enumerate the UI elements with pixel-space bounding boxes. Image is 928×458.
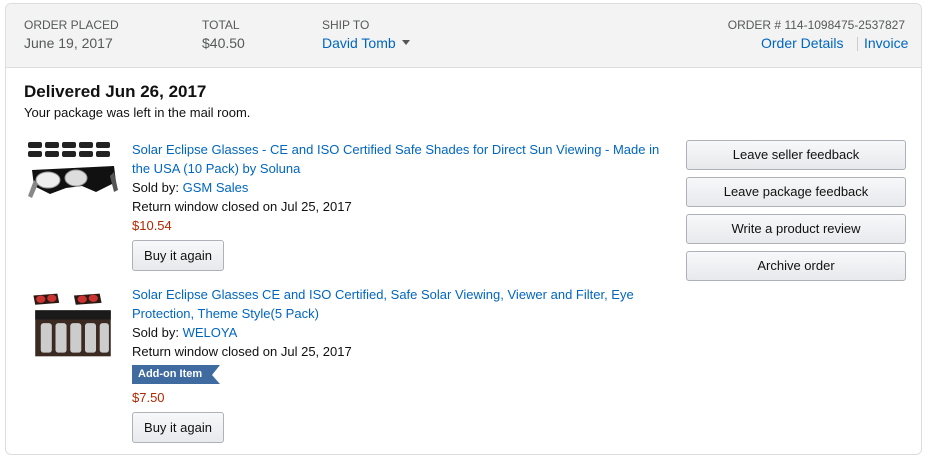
order-card: ORDER PLACED June 19, 2017 TOTAL $40.50 … — [5, 3, 922, 455]
leave-seller-feedback-button[interactable]: Leave seller feedback — [686, 140, 906, 170]
ship-to-label: SHIP TO — [322, 18, 370, 32]
archive-order-button[interactable]: Archive order — [686, 251, 906, 281]
item-title-link[interactable]: Solar Eclipse Glasses - CE and ISO Certi… — [132, 140, 662, 178]
delivery-status: Delivered Jun 26, 2017 — [24, 82, 207, 101]
item-title-line: Solar Eclipse Glasses - CE and ISO Certi… — [132, 142, 660, 157]
return-window: Return window closed on Jul 25, 2017 — [132, 199, 352, 214]
item-title-line: the USA (10 Pack) by Soluna — [132, 161, 301, 176]
buy-it-again-button[interactable]: Buy it again — [132, 240, 224, 271]
sold-by: Sold by: WELOYA — [132, 325, 237, 340]
order-details-link[interactable]: Order Details — [761, 35, 843, 51]
ship-to-dropdown[interactable]: David Tomb — [322, 35, 410, 51]
delivery-note: Your package was left in the mail room. — [24, 105, 251, 120]
sold-by-label: Sold by: — [132, 180, 179, 195]
sold-by-label: Sold by: — [132, 325, 179, 340]
order-placed-value: June 19, 2017 — [24, 35, 113, 51]
eclipse-glasses-10-pack-image[interactable] — [26, 138, 120, 208]
add-on-item-badge: Add-on Item — [132, 365, 221, 384]
seller-link[interactable]: GSM Sales — [183, 180, 249, 195]
item-title-line: Protection, Theme Style(5 Pack) — [132, 306, 319, 321]
eclipse-glasses-5-pack-image[interactable] — [26, 290, 120, 360]
sold-by: Sold by: GSM Sales — [132, 180, 248, 195]
order-header: ORDER PLACED June 19, 2017 TOTAL $40.50 … — [6, 4, 921, 68]
total-label: TOTAL — [202, 18, 240, 32]
item-price: $7.50 — [132, 390, 165, 405]
invoice-link[interactable]: Invoice — [864, 35, 908, 51]
header-divider — [857, 37, 858, 51]
item-price: $10.54 — [132, 218, 172, 233]
total-value: $40.50 — [202, 35, 245, 51]
order-number: ORDER # 114-1098475-2537827 — [727, 18, 905, 32]
ship-to-name: David Tomb — [322, 35, 396, 51]
leave-package-feedback-button[interactable]: Leave package feedback — [686, 177, 906, 207]
item-title-link[interactable]: Solar Eclipse Glasses CE and ISO Certifi… — [132, 285, 662, 323]
seller-link[interactable]: WELOYA — [183, 325, 238, 340]
order-placed-label: ORDER PLACED — [24, 18, 119, 32]
item-title-line: Solar Eclipse Glasses CE and ISO Certifi… — [132, 287, 634, 302]
write-product-review-button[interactable]: Write a product review — [686, 214, 906, 244]
buy-it-again-button[interactable]: Buy it again — [132, 412, 224, 443]
caret-down-icon — [401, 39, 410, 45]
return-window: Return window closed on Jul 25, 2017 — [132, 344, 352, 359]
